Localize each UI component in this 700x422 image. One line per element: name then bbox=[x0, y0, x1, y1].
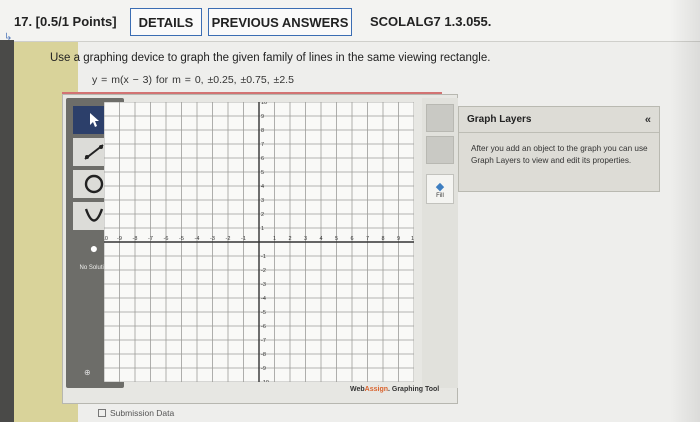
graph-layers-title: Graph Layers bbox=[467, 114, 532, 125]
x-tick-label: 5 bbox=[335, 236, 338, 242]
coordinate-grid[interactable]: -10 -9 -8 -7 -6 -5 -4 -3 -2 -1 1 2 3 4 5 6 7 8 9 10 10 9 8 7 6 5 4… bbox=[104, 102, 414, 382]
y-tick-label: 8 bbox=[261, 128, 264, 134]
x-tick-label: -3 bbox=[210, 236, 215, 242]
graph-canvas[interactable]: -10 -9 -8 -7 -6 -5 -4 -3 -2 -1 1 2 3 4 5 6 7 8 9 10 10 9 8 7 6 5 4… bbox=[104, 102, 414, 382]
y-tick-label: 2 bbox=[261, 212, 264, 218]
fill-button[interactable]: ◆ Fill bbox=[426, 174, 454, 204]
y-tick-label: 4 bbox=[261, 184, 264, 190]
y-tick-label: -1 bbox=[261, 254, 266, 260]
x-tick-label: -10 bbox=[104, 236, 108, 242]
y-tick-label: -4 bbox=[261, 296, 266, 302]
x-tick-label: 8 bbox=[381, 236, 384, 242]
graph-layers-header[interactable]: Graph Layers « bbox=[459, 107, 659, 133]
fill-label: Fill bbox=[436, 192, 444, 199]
webassign-logo: WebAssign. Graphing Tool bbox=[350, 386, 440, 393]
x-tick-label: -9 bbox=[117, 236, 122, 242]
x-tick-label: 2 bbox=[288, 236, 291, 242]
y-tick-label: -8 bbox=[261, 352, 266, 358]
y-tick-label: 7 bbox=[261, 142, 264, 148]
x-tick-label: -1 bbox=[241, 236, 246, 242]
x-tick-label: 1 bbox=[273, 236, 276, 242]
question-points: 17. [0.5/1 Points] bbox=[14, 14, 117, 29]
submission-data-label: Submission Data bbox=[110, 408, 175, 418]
question-header: 17. [0.5/1 Points] DETAILS PREVIOUS ANSW… bbox=[0, 0, 700, 42]
photo-shade bbox=[670, 0, 700, 422]
collapse-icon[interactable]: « bbox=[645, 114, 651, 126]
equation-text: y = m(x − 3) for m = 0, ±0.25, ±0.75, ±2… bbox=[92, 74, 294, 86]
y-tick-label: 6 bbox=[261, 156, 264, 162]
y-tick-label: -7 bbox=[261, 338, 266, 344]
x-tick-label: 10 bbox=[411, 236, 414, 242]
submission-data-link[interactable]: Submission Data bbox=[98, 408, 174, 418]
clear-icon[interactable] bbox=[426, 136, 454, 164]
graph-layers-panel: Graph Layers « After you add an object t… bbox=[458, 106, 660, 192]
fill-icon: ◆ bbox=[435, 180, 445, 193]
details-button[interactable]: DETAILS bbox=[130, 8, 202, 36]
y-tick-label: 10 bbox=[261, 102, 267, 106]
x-tick-label: 3 bbox=[304, 236, 307, 242]
problem-code: SCOLALG7 1.3.055. bbox=[370, 14, 492, 29]
zoom-icon[interactable]: ⊕ bbox=[84, 368, 91, 377]
y-tick-label: -5 bbox=[261, 310, 266, 316]
x-tick-label: 9 bbox=[397, 236, 400, 242]
x-tick-label: 7 bbox=[366, 236, 369, 242]
y-tick-label: 1 bbox=[261, 226, 264, 232]
instruction-text: Use a graphing device to graph the given… bbox=[50, 52, 491, 64]
y-tick-label: -9 bbox=[261, 366, 266, 372]
y-tick-label: -3 bbox=[261, 282, 266, 288]
y-tick-label: -10 bbox=[261, 380, 269, 382]
y-tick-label: 9 bbox=[261, 114, 264, 120]
previous-answers-button[interactable]: PREVIOUS ANSWERS bbox=[208, 8, 352, 36]
x-tick-label: -4 bbox=[195, 236, 200, 242]
x-tick-label: -2 bbox=[226, 236, 231, 242]
x-tick-label: -6 bbox=[164, 236, 169, 242]
x-tick-label: -5 bbox=[179, 236, 184, 242]
y-tick-label: 5 bbox=[261, 170, 264, 176]
graph-layers-help: After you add an object to the graph you… bbox=[471, 144, 648, 165]
x-tick-label: 6 bbox=[350, 236, 353, 242]
delete-icon[interactable] bbox=[426, 104, 454, 132]
photo-edge bbox=[0, 40, 14, 422]
x-tick-label: 4 bbox=[319, 236, 322, 242]
expand-icon bbox=[98, 409, 106, 417]
y-tick-label: -2 bbox=[261, 268, 266, 274]
y-tick-label: 3 bbox=[261, 198, 264, 204]
x-tick-label: -7 bbox=[148, 236, 153, 242]
y-tick-label: -6 bbox=[261, 324, 266, 330]
x-tick-label: -8 bbox=[133, 236, 138, 242]
object-toolbar: ◆ Fill bbox=[422, 98, 458, 388]
